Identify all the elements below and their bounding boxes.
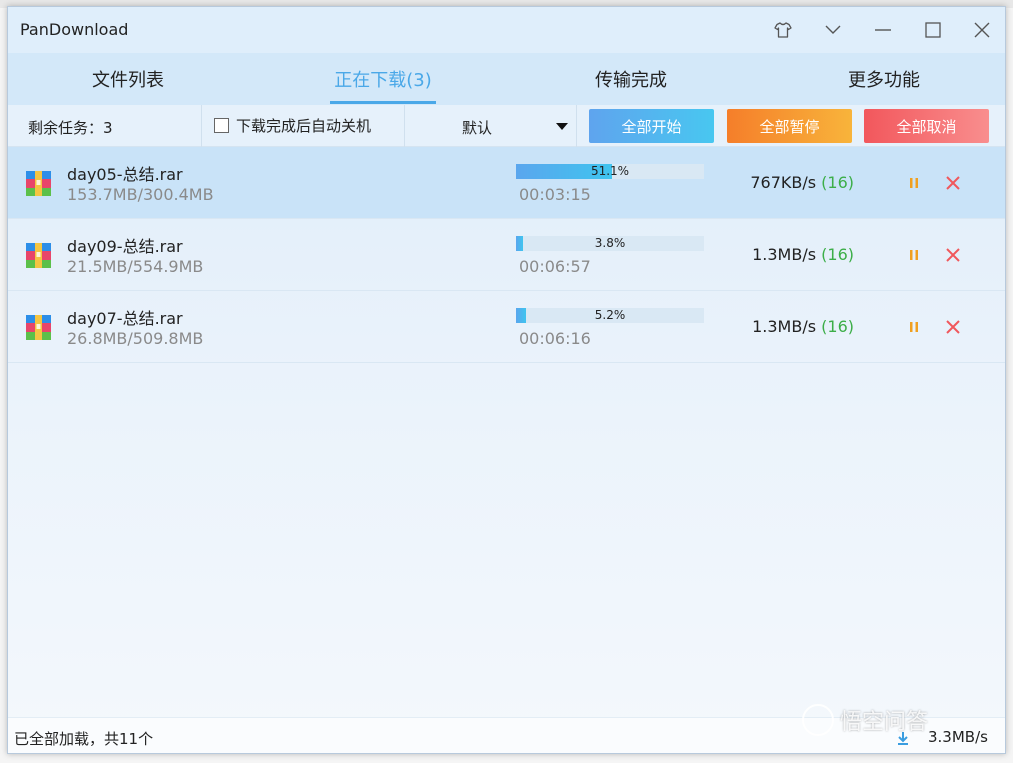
time-remaining: 00:06:16 xyxy=(519,329,591,348)
minimize-icon xyxy=(875,28,891,32)
download-speed: 1.3MB/s (16) xyxy=(708,317,854,336)
auto-shutdown-checkbox[interactable]: 下载完成后自动关机 xyxy=(214,115,371,136)
shirt-icon xyxy=(774,22,792,38)
skin-button[interactable] xyxy=(763,13,803,47)
chevron-down-icon xyxy=(825,25,841,35)
progress-bar: 51.1% xyxy=(516,164,704,179)
delete-x-icon[interactable] xyxy=(944,173,962,193)
file-name: day05-总结.rar xyxy=(67,165,183,184)
speed-value: 767KB/s xyxy=(750,173,817,192)
remaining-tasks-label: 剩余任务：3 xyxy=(28,119,113,137)
rar-archive-icon xyxy=(25,242,52,269)
download-row[interactable]: day07-总结.rar 26.8MB/509.8MB 5.2% 00:06:1… xyxy=(8,291,1005,363)
tab-completed[interactable]: 传输完成 xyxy=(541,53,721,105)
cancel-all-button[interactable]: 全部取消 xyxy=(864,109,989,143)
progress-bar: 3.8% xyxy=(516,236,704,251)
file-size: 153.7MB/300.4MB xyxy=(67,185,214,204)
download-row[interactable]: day09-总结.rar 21.5MB/554.9MB 3.8% 00:06:5… xyxy=(8,219,1005,291)
caret-down-icon xyxy=(556,123,568,130)
speed-value: 1.3MB/s xyxy=(752,317,817,336)
tab-file-list[interactable]: 文件列表 xyxy=(38,53,218,105)
close-icon xyxy=(974,22,990,38)
sort-dropdown[interactable]: 默认 xyxy=(404,105,576,147)
delete-x-icon[interactable] xyxy=(944,245,962,265)
app-title: PanDownload xyxy=(20,20,129,39)
toolbar-divider xyxy=(201,105,202,147)
progress-percent: 3.8% xyxy=(594,236,626,250)
progress-percent: 51.1% xyxy=(590,164,630,178)
download-list: day05-总结.rar 153.7MB/300.4MB 51.1% 00:03… xyxy=(8,147,1005,363)
pandownload-window: PanDownload 文件列表 正在下载(3) 传输完成 更多功能 剩余任务：… xyxy=(7,6,1006,754)
active-tab-indicator xyxy=(330,101,436,104)
minimize-button[interactable] xyxy=(863,13,903,47)
tab-more-features[interactable]: 更多功能 xyxy=(794,53,974,105)
pause-icon[interactable] xyxy=(907,317,921,337)
maximize-icon xyxy=(925,22,941,38)
thread-count: (16) xyxy=(821,173,854,192)
sort-dropdown-value: 默认 xyxy=(462,119,493,137)
file-size: 26.8MB/509.8MB xyxy=(67,329,204,348)
auto-shutdown-label: 下载完成后自动关机 xyxy=(236,117,372,135)
close-window-button[interactable] xyxy=(962,13,1002,47)
menu-button[interactable] xyxy=(813,13,853,47)
load-status-text: 已全部加载，共11个 xyxy=(14,730,154,748)
file-name: day07-总结.rar xyxy=(67,309,183,328)
pause-icon[interactable] xyxy=(907,173,921,193)
download-speed: 1.3MB/s (16) xyxy=(708,245,854,264)
total-speed: 3.3MB/s xyxy=(928,728,988,746)
delete-x-icon[interactable] xyxy=(944,317,962,337)
time-remaining: 00:06:57 xyxy=(519,257,591,276)
main-tabs: 文件列表 正在下载(3) 传输完成 更多功能 xyxy=(8,53,1005,105)
pause-all-button[interactable]: 全部暂停 xyxy=(727,109,852,143)
thread-count: (16) xyxy=(821,245,854,264)
title-bar[interactable]: PanDownload xyxy=(8,7,1005,53)
time-remaining: 00:03:15 xyxy=(519,185,591,204)
start-all-button[interactable]: 全部开始 xyxy=(589,109,714,143)
download-toolbar: 剩余任务：3 下载完成后自动关机 默认 全部开始 全部暂停 全部取消 xyxy=(8,105,1005,147)
download-speed: 767KB/s (16) xyxy=(708,173,854,192)
watermark-logo-icon xyxy=(802,704,834,736)
rar-archive-icon xyxy=(25,314,52,341)
thread-count: (16) xyxy=(821,317,854,336)
checkbox-box[interactable] xyxy=(214,118,229,133)
maximize-button[interactable] xyxy=(913,13,953,47)
speed-value: 1.3MB/s xyxy=(752,245,817,264)
pause-icon[interactable] xyxy=(907,245,921,265)
watermark: 悟空问答 xyxy=(802,704,928,736)
progress-bar: 5.2% xyxy=(516,308,704,323)
toolbar-divider xyxy=(576,105,577,147)
file-size: 21.5MB/554.9MB xyxy=(67,257,204,276)
tab-downloading[interactable]: 正在下载(3) xyxy=(293,53,473,105)
download-row[interactable]: day05-总结.rar 153.7MB/300.4MB 51.1% 00:03… xyxy=(8,147,1005,219)
progress-percent: 5.2% xyxy=(594,308,626,322)
watermark-text: 悟空问答 xyxy=(840,710,929,735)
file-name: day09-总结.rar xyxy=(67,237,183,256)
rar-archive-icon xyxy=(25,170,52,197)
